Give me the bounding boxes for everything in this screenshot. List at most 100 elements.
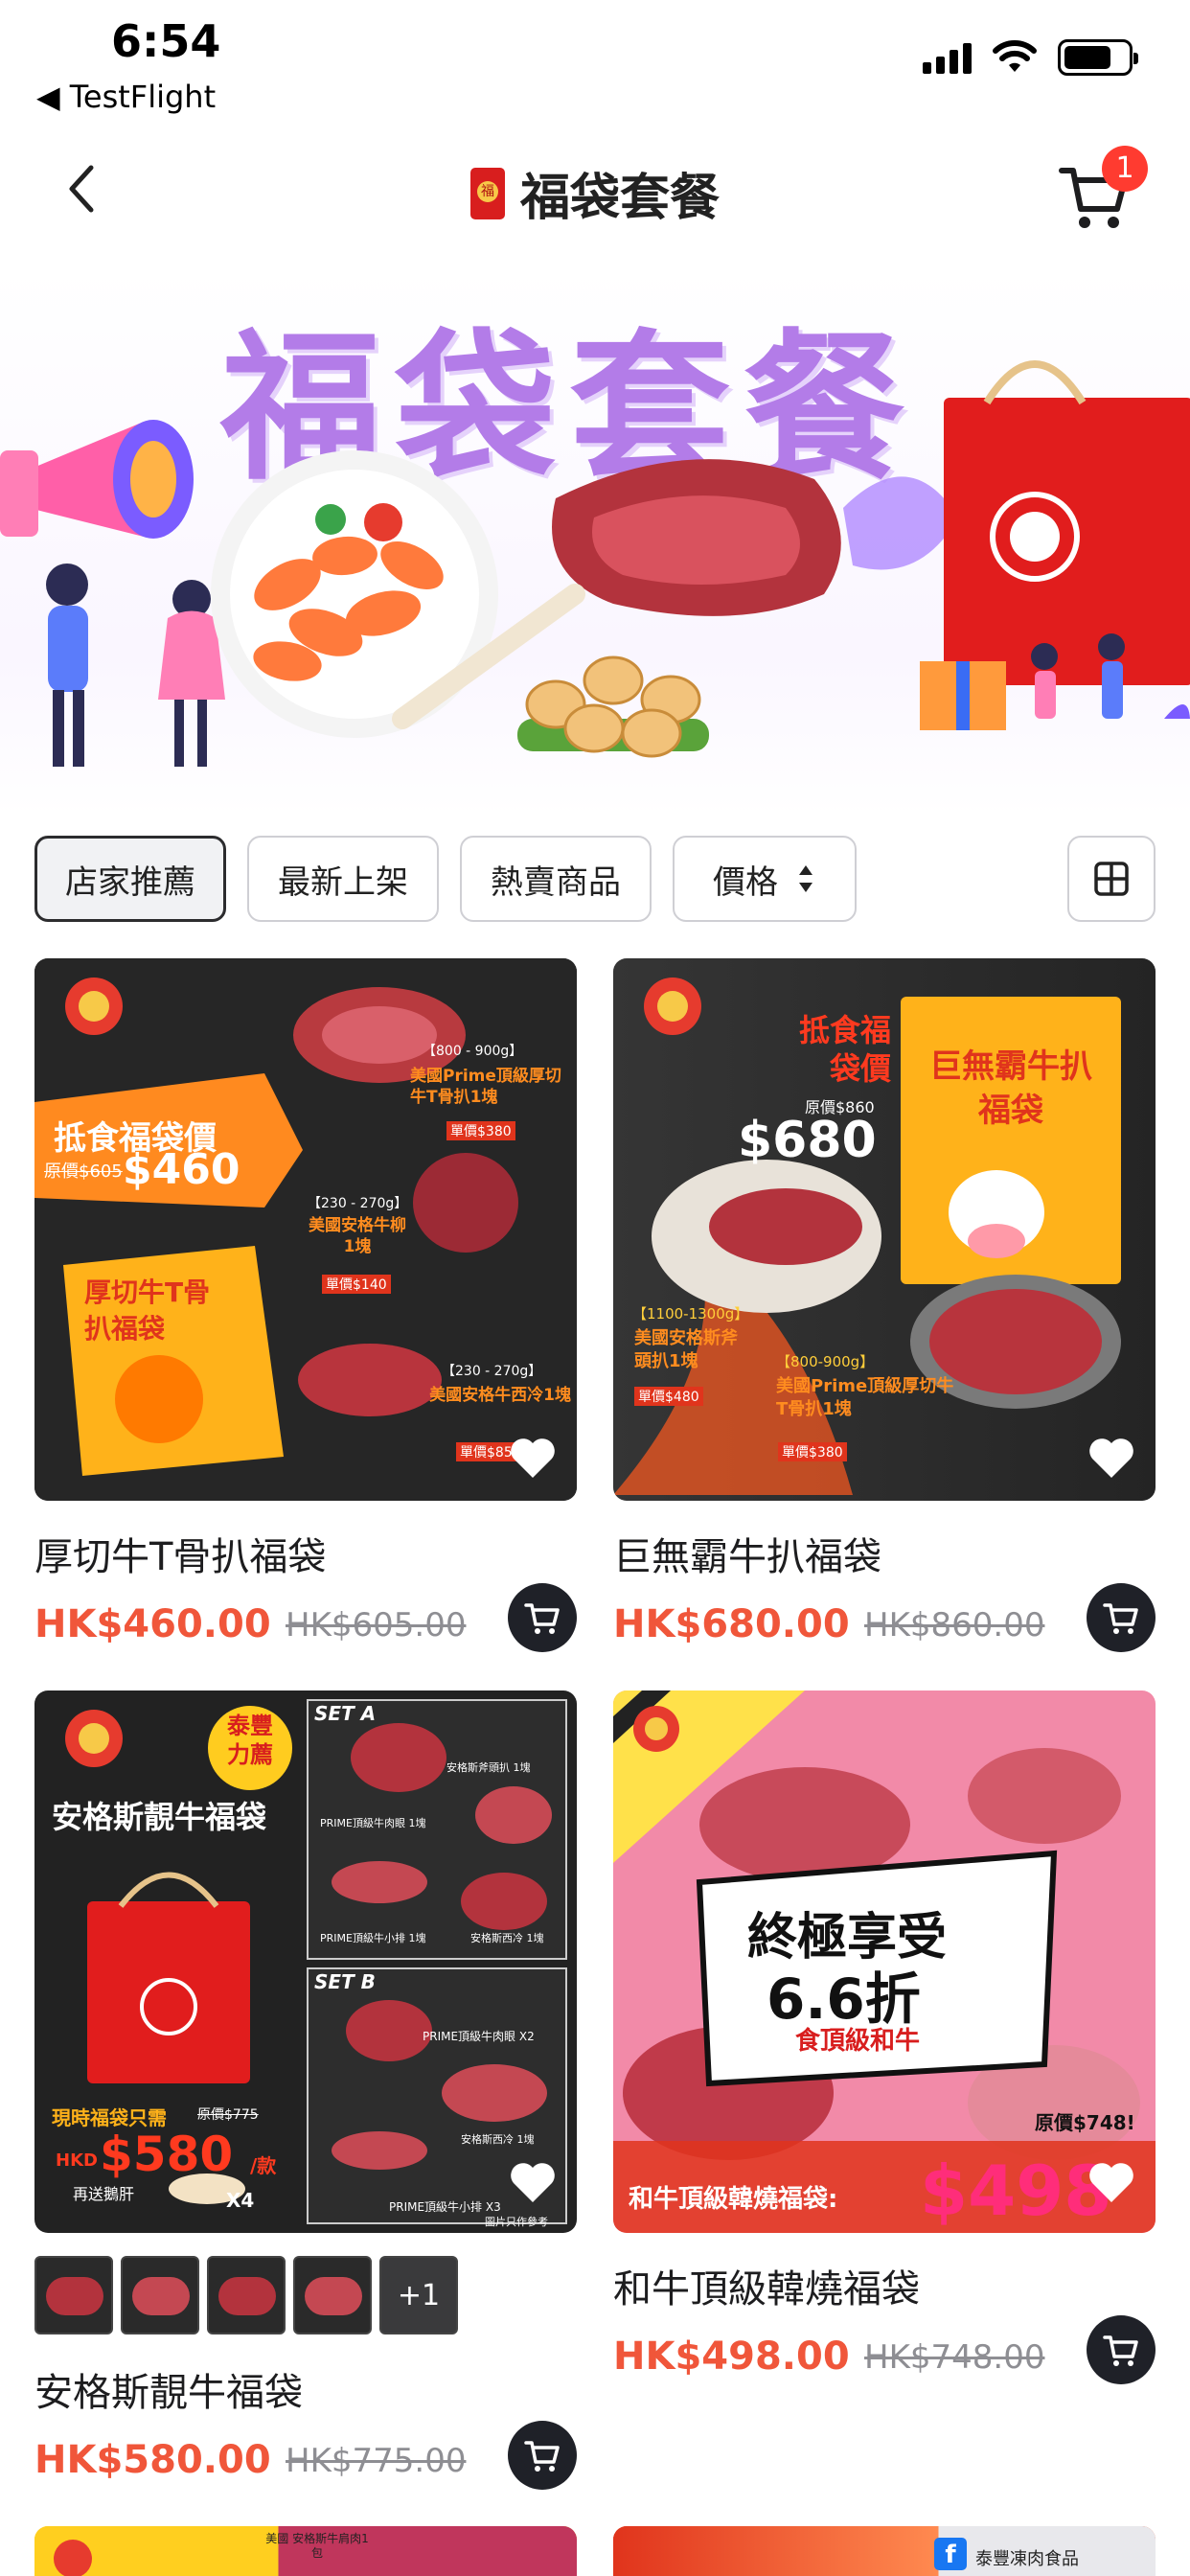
poster-b2: 安格斯西冷 1塊 [461,2133,535,2146]
product-price: HK$580.00 [34,2438,271,2482]
poster-item1-weight: 【800 - 900g】 [423,1044,523,1059]
thumbnail[interactable] [34,2256,113,2334]
poster-b3: PRIME頂級牛小排 X3 [389,2200,501,2214]
poster-note: 圖片只作參考 [485,2216,548,2228]
filter-chip-hot-sale[interactable]: 熱賣商品 [460,836,652,922]
poster-price: $498 [920,2150,1112,2231]
product-image[interactable]: 抵食福袋價 原價$860 $680 巨無霸牛扒福袋 【1100-1300g】 美… [613,958,1156,1501]
product-name[interactable]: 厚切牛T骨扒福袋 [34,1526,326,1581]
product-name[interactable]: 和牛頂級韓燒福袋 [613,2258,920,2313]
add-to-cart-button[interactable] [1087,1583,1156,1652]
product-card-peek[interactable]: f 泰豐凍肉食品 [613,2526,1156,2576]
product-image[interactable]: 泰豐力薦 安格斯靚牛福袋 SET A 安格斯斧頭扒 1塊 PRIME頂級牛肉眼 … [34,1690,577,2233]
add-to-cart-button[interactable] [508,1583,577,1652]
product-name[interactable]: 安格斯靚牛福袋 [34,2361,303,2417]
cart-count-badge: 1 [1102,146,1148,192]
poster-a2: PRIME頂級牛肉眼 1塊 [320,1817,426,1829]
poster-price: $460 [123,1145,240,1194]
status-icons [923,38,1138,77]
cart-button[interactable]: 1 [1056,146,1148,234]
peek-label: 美國 安格斯牛肩肉1包 [265,2532,369,2560]
promo-banner[interactable]: 福袋套餐 [0,268,1190,815]
product-card[interactable]: 泰豐力薦 安格斯靚牛福袋 SET A 安格斯斧頭扒 1塊 PRIME頂級牛肉眼 … [34,1690,577,2496]
poster-item2-price: 單價$140 [322,1275,391,1294]
product-price: HK$498.00 [613,2334,850,2379]
poster-price: $580 [100,2127,234,2182]
filter-chip-recommended[interactable]: 店家推薦 [34,836,226,922]
poster-bag-label: 厚切牛T骨扒福袋 [84,1276,211,1345]
filter-chip-price[interactable]: 價格 [673,836,857,922]
more-thumbnails-button[interactable]: +1 [379,2256,458,2334]
status-bar: 6:54 ◀ TestFlight [0,0,1190,125]
product-original-price: HK$748.00 [864,2338,1045,2377]
poster-tag: 泰豐力薦 [227,1713,273,1768]
poster-item3: 美國安格牛西冷1塊 [429,1386,571,1405]
image-thumbnails: +1 [34,2256,458,2334]
status-time: 6:54 [111,15,221,67]
product-name[interactable]: 巨無霸牛扒福袋 [613,1526,881,1581]
poster-item2: 美國安格牛柳1塊 [309,1216,406,1256]
product-price: HK$680.00 [613,1602,850,1646]
product-price: HK$460.00 [34,1602,271,1646]
battery-icon [1058,39,1138,76]
poster-gift-qty: X4 [226,2189,255,2212]
sort-arrows-icon [799,865,812,892]
poster-item2-weight: 【230 - 270g】 [308,1196,408,1211]
peek-label: 泰豐凍肉食品 [975,2549,1079,2569]
filter-chip-label: 最新上架 [278,862,408,902]
cart-icon [524,2441,560,2472]
poster-orig: 原價$775 [197,2107,259,2123]
product-original-price: HK$860.00 [864,1606,1045,1644]
poster-item1: 美國Prime頂級厚切牛T骨扒1塊 [410,1067,561,1107]
favorite-heart-icon[interactable] [1087,2160,1136,2206]
poster-a3: PRIME頂級牛小排 1塊 [320,1932,426,1944]
grid-view-toggle[interactable] [1067,836,1156,922]
thumbnail[interactable] [293,2256,372,2334]
poster-price-prefix: HKD [56,2150,98,2171]
poster-price-suffix: /款 [250,2154,277,2177]
poster-b1: PRIME頂級牛肉眼 X2 [423,2030,535,2043]
product-card-peek[interactable]: 美國 安格斯牛肩肉1包 [34,2526,577,2576]
poster-a4: 安格斯西冷 1塊 [470,1932,544,1944]
nav-header: 福袋套餐 1 [0,134,1190,249]
testflight-back-link[interactable]: ◀ TestFlight [36,79,216,115]
poster-item1: 美國安格斯斧頭扒1塊 [634,1328,738,1371]
thumbnail[interactable] [207,2256,286,2334]
facebook-icon: f [934,2538,967,2570]
favorite-heart-icon[interactable] [508,2160,558,2206]
red-envelope-icon [469,167,505,219]
favorite-heart-icon[interactable] [1087,1436,1136,1482]
poster-set-b: SET B [314,1970,376,1993]
poster-headline: 抵食福袋價 [798,1012,891,1087]
add-to-cart-button[interactable] [508,2421,577,2490]
title-wrap: 福袋套餐 [0,157,1190,229]
product-card[interactable]: 抵食福袋價 原價$605 $460 厚切牛T骨扒福袋 【800 - 900g】 … [34,958,577,1668]
product-image[interactable]: 終極享受 6.6折 食頂級和牛 原價$748! 和牛頂級韓燒福袋: $498 [613,1690,1156,2233]
add-to-cart-button[interactable] [1087,2315,1156,2384]
filter-chip-newest[interactable]: 最新上架 [247,836,439,922]
poster-gift: 再送鵝肝 [73,2185,135,2203]
filter-chip-label: 價格 [713,862,778,902]
poster-headline: 安格斯靚牛福袋 [52,1799,267,1835]
poster-item2-price: 單價$380 [778,1442,847,1461]
filter-bar: 店家推薦 最新上架 熱賣商品 價格 [34,836,1156,924]
product-card[interactable]: 抵食福袋價 原價$860 $680 巨無霸牛扒福袋 【1100-1300g】 美… [613,958,1156,1668]
page-title: 福袋套餐 [519,170,720,227]
poster-item1-price: 單價$480 [634,1387,703,1406]
product-original-price: HK$775.00 [286,2442,467,2480]
favorite-heart-icon[interactable] [508,1436,558,1482]
poster-item1-weight: 【1100-1300g】 [632,1305,749,1322]
wifi-icon [993,40,1037,72]
cart-icon [524,1603,560,1634]
cart-icon [1103,2335,1138,2366]
filter-chip-label: 熱賣商品 [491,862,621,902]
poster-orig: 原價$605 [44,1162,123,1182]
cart-icon [1103,1603,1138,1634]
cellular-signal-icon [923,41,972,74]
poster-bag-label: 巨無霸牛扒福袋 [929,1047,1092,1130]
product-card[interactable]: 終極享受 6.6折 食頂級和牛 原價$748! 和牛頂級韓燒福袋: $498 和… [613,1690,1156,2400]
poster-a1: 安格斯斧頭扒 1塊 [446,1761,531,1774]
thumbnail[interactable] [121,2256,199,2334]
product-image[interactable]: 抵食福袋價 原價$605 $460 厚切牛T骨扒福袋 【800 - 900g】 … [34,958,577,1501]
poster-orig: 原價$748! [1035,2111,1135,2134]
